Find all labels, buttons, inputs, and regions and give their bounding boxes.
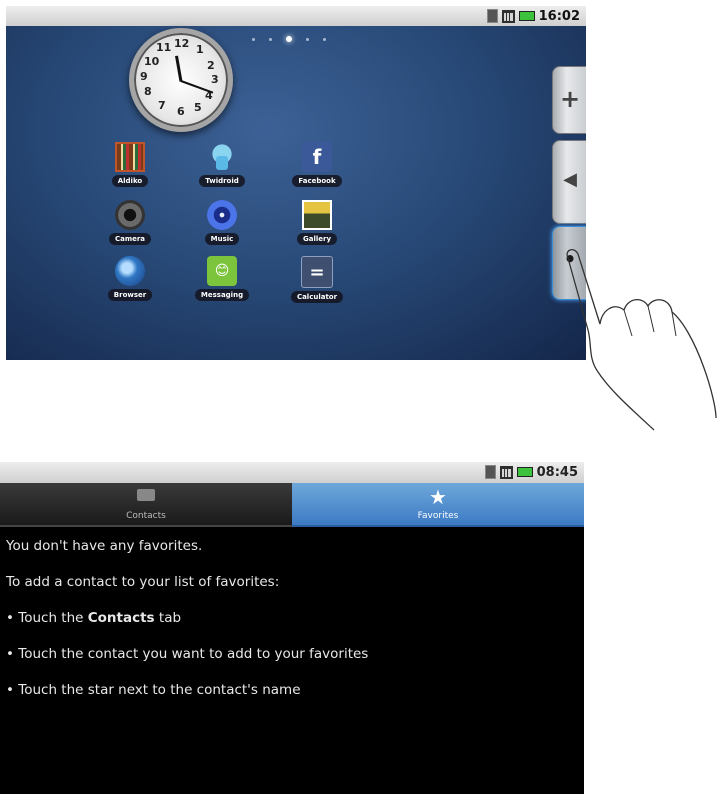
empty-favorites-text: You don't have any favorites. bbox=[6, 538, 203, 554]
battery-icon bbox=[516, 467, 533, 477]
step-text: tab bbox=[154, 610, 182, 626]
contacts-tab-reference: Contacts bbox=[87, 610, 155, 626]
page-dot-active bbox=[286, 36, 292, 42]
page-dot bbox=[323, 37, 326, 41]
app-browser[interactable]: Browser bbox=[90, 256, 170, 301]
instruction-step-2: • Touch the contact you want to add to y… bbox=[6, 646, 369, 662]
app-messaging[interactable]: 😊 Messaging bbox=[182, 256, 262, 301]
facebook-icon: f bbox=[302, 142, 332, 172]
app-label: Calculator bbox=[290, 291, 344, 303]
clock-number: 10 bbox=[144, 55, 160, 68]
analog-clock-widget[interactable]: 12 1 2 3 4 5 6 7 8 9 10 11 bbox=[129, 28, 233, 132]
tab-favorites[interactable]: ★ Favorites bbox=[292, 483, 584, 527]
app-label: Twidroid bbox=[199, 175, 245, 187]
app-facebook[interactable]: f Facebook bbox=[277, 142, 357, 187]
home-screen: 16:02 12 1 2 3 4 5 6 7 8 9 10 11 Aldiko … bbox=[6, 6, 586, 360]
app-label: Camera bbox=[108, 233, 152, 245]
calculator-icon: = bbox=[301, 256, 333, 288]
app-label: Aldiko bbox=[111, 175, 149, 187]
app-label: Messaging bbox=[194, 289, 250, 301]
favorites-empty-message: You don't have any favorites. To add a c… bbox=[6, 536, 368, 716]
instruction-step-3: • Touch the star next to the contact's n… bbox=[6, 682, 301, 698]
signal-icon bbox=[499, 465, 513, 479]
page-dot bbox=[269, 37, 272, 41]
tab-bar: Contacts ★ Favorites bbox=[0, 483, 584, 527]
clock-number: 12 bbox=[174, 37, 190, 50]
app-label: Browser bbox=[107, 289, 153, 301]
arrow-left-icon: ◀ bbox=[563, 169, 577, 190]
browser-icon bbox=[115, 256, 145, 286]
gallery-icon bbox=[302, 200, 332, 230]
clock-number: 1 bbox=[196, 43, 204, 56]
clock-number: 11 bbox=[156, 41, 172, 54]
star-icon: ★ bbox=[429, 485, 447, 509]
plus-icon: + bbox=[559, 85, 581, 113]
status-time: 16:02 bbox=[538, 8, 580, 24]
camera-icon bbox=[115, 200, 145, 230]
hour-hand bbox=[180, 80, 214, 94]
clock-number: 3 bbox=[211, 73, 219, 86]
signal-icon bbox=[501, 9, 515, 23]
app-label: Music bbox=[204, 233, 240, 245]
favorites-screen: 08:45 Contacts ★ Favorites You don't hav… bbox=[0, 462, 584, 794]
contacts-icon bbox=[137, 489, 155, 501]
page-dot bbox=[306, 37, 309, 41]
app-aldiko[interactable]: Aldiko bbox=[90, 142, 170, 187]
pointing-hand-icon bbox=[566, 249, 717, 431]
add-to-home-tab[interactable]: + bbox=[552, 66, 586, 134]
tab-label: Favorites bbox=[417, 511, 459, 521]
status-time: 08:45 bbox=[536, 464, 578, 480]
clock-number: 8 bbox=[144, 85, 152, 98]
twidroid-icon bbox=[207, 142, 237, 172]
tab-label: Contacts bbox=[126, 511, 166, 521]
tab-contacts[interactable]: Contacts bbox=[0, 483, 292, 527]
status-bar: 08:45 bbox=[0, 462, 584, 483]
instruction-step-1: • Touch the Contacts tab bbox=[6, 608, 368, 628]
aldiko-icon bbox=[115, 142, 145, 172]
clock-number: 9 bbox=[140, 70, 148, 83]
step-text: • Touch the bbox=[6, 610, 88, 626]
sd-card-icon bbox=[486, 9, 498, 23]
battery-icon bbox=[518, 11, 535, 21]
music-icon bbox=[207, 200, 237, 230]
messaging-icon: 😊 bbox=[207, 256, 237, 286]
clock-number: 2 bbox=[207, 59, 215, 72]
launcher-arrow-tab[interactable]: ◀ bbox=[552, 140, 586, 224]
page-dot bbox=[252, 37, 255, 41]
app-music[interactable]: Music bbox=[182, 200, 262, 245]
sd-card-icon bbox=[484, 465, 496, 479]
app-label: Facebook bbox=[292, 175, 342, 187]
instructions-heading: To add a contact to your list of favorit… bbox=[6, 574, 280, 590]
minute-hand bbox=[175, 55, 183, 82]
app-gallery[interactable]: Gallery bbox=[277, 200, 357, 245]
clock-number: 5 bbox=[194, 101, 202, 114]
page-indicator bbox=[252, 36, 326, 42]
app-twidroid[interactable]: Twidroid bbox=[182, 142, 262, 187]
app-calculator[interactable]: = Calculator bbox=[277, 256, 357, 303]
status-bar: 16:02 bbox=[6, 6, 586, 26]
app-label: Gallery bbox=[296, 233, 338, 245]
app-camera[interactable]: Camera bbox=[90, 200, 170, 245]
clock-number: 6 bbox=[177, 105, 185, 118]
clock-number: 7 bbox=[158, 99, 166, 112]
